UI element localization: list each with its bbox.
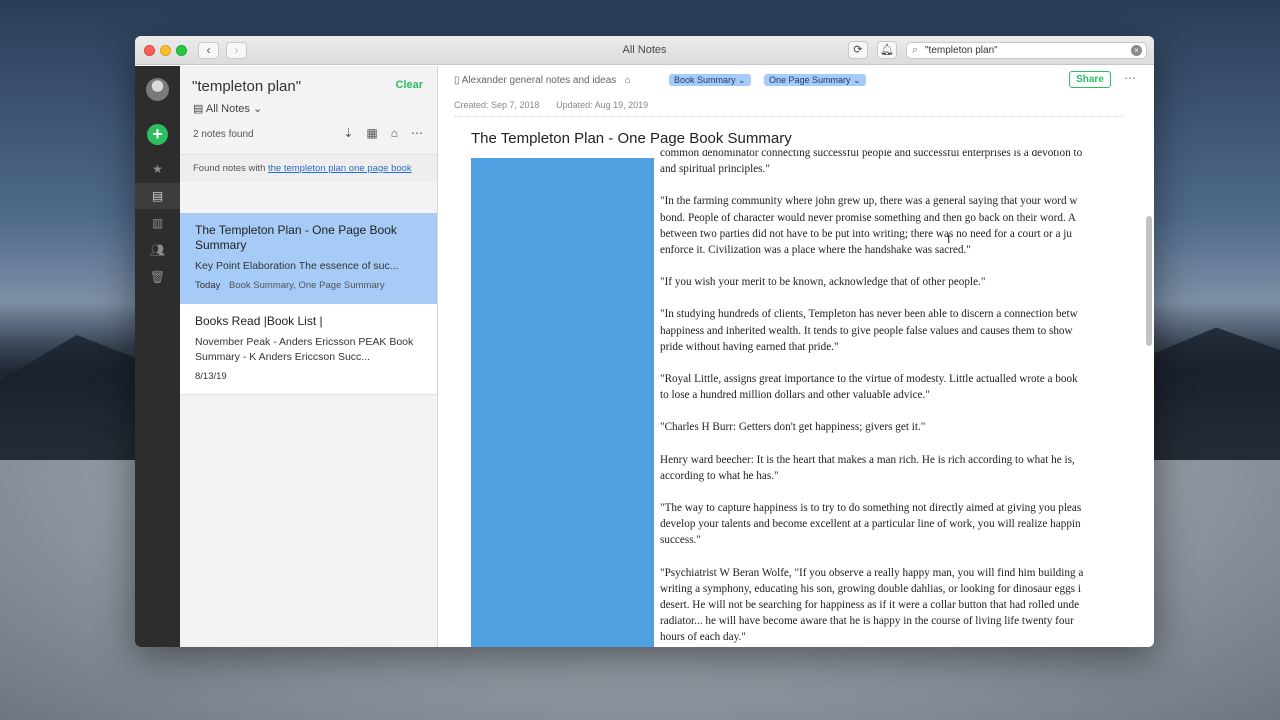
clear-icon: × <box>1134 46 1139 55</box>
notes-scope-icon: ▤ <box>193 103 204 115</box>
chevron-down-icon: ⌄ <box>853 75 861 85</box>
paragraph: "In studying hundreds of clients, Temple… <box>660 308 1078 353</box>
sync-button[interactable]: ⟳ <box>848 41 868 59</box>
notebooks-icon[interactable]: ▥ <box>135 210 180 236</box>
search-box[interactable]: ⌕ × <box>906 42 1147 59</box>
more-options-icon[interactable]: ⋯ <box>411 126 423 140</box>
found-notes-banner: Found notes with the templeton plan one … <box>180 154 437 182</box>
notebook-name: Alexander general notes and ideas <box>461 75 617 86</box>
evernote-window: ‹ › All Notes ⟳ 🔔︎ ⌕ × + ★ ▤ ▥ 👥︎ 🗑︎ "te… <box>135 36 1154 647</box>
note-body[interactable]: common denominator connecting successful… <box>660 150 1122 647</box>
note-list-panel: "templeton plan" Clear ▤ All Notes ⌄ 2 n… <box>180 66 438 647</box>
note-title: Books Read |Book List | <box>195 314 323 328</box>
notes-found-count: 2 notes found <box>193 129 254 140</box>
paragraph: "If you wish your merit to be known, ack… <box>660 276 986 289</box>
created-date: Created: Sep 7, 2018 <box>454 100 540 110</box>
more-actions-icon[interactable]: ⋯ <box>1124 71 1136 85</box>
paragraph: Henry ward beecher: It is the heart that… <box>660 453 1075 482</box>
save-search-icon[interactable]: ⌂ <box>391 126 398 140</box>
note-tags: Book Summary, One Page Summary <box>229 280 385 291</box>
paragraph: "Psychiatrist W Beran Wolfe, "If you obs… <box>660 566 1084 644</box>
note-card-templeton[interactable]: The Templeton Plan - One Page Book Summa… <box>180 213 437 304</box>
paragraph: "Royal Little, assigns great importance … <box>660 373 1078 402</box>
tag-icon: ⌂ <box>624 75 631 86</box>
trash-icon[interactable]: 🗑︎ <box>135 264 180 290</box>
title-bar: ‹ › All Notes ⟳ 🔔︎ ⌕ × <box>135 36 1154 65</box>
note-meta: Today Book Summary, One Page Summary <box>195 280 422 291</box>
tag-chip-one-page-summary[interactable]: One Page Summary ⌄ <box>764 74 866 86</box>
scope-selector[interactable]: ▤ All Notes ⌄ <box>193 102 262 115</box>
paragraph: common denominator connecting successful… <box>660 150 1083 176</box>
note-editor: ▯ Alexander general notes and ideas ⌂ Bo… <box>438 66 1154 647</box>
tag-chip-book-summary[interactable]: Book Summary ⌄ <box>669 74 751 86</box>
found-prefix: Found notes with <box>193 163 266 174</box>
scope-label: All Notes <box>205 103 250 115</box>
embedded-image[interactable] <box>471 158 654 647</box>
divider <box>454 116 1124 117</box>
note-meta: 8/13/19 <box>195 371 422 382</box>
tag-label: One Page Summary <box>769 75 851 85</box>
view-options-icon[interactable]: ▦ <box>366 126 377 140</box>
paragraph: "In the farming community where john gre… <box>660 195 1078 257</box>
search-input[interactable] <box>925 44 1125 57</box>
note-snippet: Key Point Elaboration The essence of suc… <box>195 260 399 272</box>
found-search-link[interactable]: the templeton plan one page book <box>268 163 412 174</box>
notebook-icon: ▯ <box>454 75 460 86</box>
notebook-selector[interactable]: ▯ Alexander general notes and ideas ⌂ <box>454 75 631 86</box>
notifications-button[interactable]: 🔔︎ <box>877 41 897 59</box>
updated-date: Updated: Aug 19, 2019 <box>556 100 649 110</box>
note-date: 8/13/19 <box>195 371 227 382</box>
notes-icon[interactable]: ▤ <box>135 183 180 209</box>
editor-scrollbar[interactable] <box>1146 216 1152 346</box>
note-dates: Created: Sep 7, 2018 Updated: Aug 19, 20… <box>454 100 662 110</box>
sort-icon[interactable]: ⇣ <box>343 126 353 140</box>
tag-label: Book Summary <box>674 75 736 85</box>
note-title: The Templeton Plan - One Page Book Summa… <box>195 223 397 252</box>
sync-icon: ⟳ <box>853 44 863 56</box>
paragraph: "The way to capture happiness is to try … <box>660 502 1082 547</box>
left-sidebar: + ★ ▤ ▥ 👥︎ 🗑︎ <box>135 66 180 647</box>
note-snippet: November Peak - Anders Ericsson PEAK Boo… <box>195 336 414 363</box>
chevron-down-icon: ⌄ <box>252 103 263 115</box>
note-date: Today <box>195 280 221 291</box>
note-title-field[interactable]: The Templeton Plan - One Page Book Summa… <box>471 130 792 147</box>
search-query-title: "templeton plan" <box>192 78 302 95</box>
clear-search-button[interactable]: × <box>1131 45 1142 56</box>
plus-icon: + <box>152 124 163 144</box>
work-chat-icon[interactable]: 👥︎ <box>135 237 180 263</box>
bell-icon: 🔔︎ <box>880 44 894 56</box>
text-cursor-icon: I <box>947 232 951 246</box>
chevron-down-icon: ⌄ <box>738 75 746 85</box>
new-note-button[interactable]: + <box>147 124 168 145</box>
share-button[interactable]: Share <box>1069 71 1111 88</box>
clear-search-link[interactable]: Clear <box>395 79 423 91</box>
avatar[interactable] <box>146 78 169 101</box>
note-card-books-read[interactable]: Books Read |Book List | November Peak - … <box>180 304 437 395</box>
shortcuts-star-icon[interactable]: ★ <box>135 156 180 182</box>
paragraph: "Charles H Burr: Getters don't get happi… <box>660 421 926 434</box>
note-list-toolbar: ⇣ ▦ ⌂ ⋯ <box>343 126 423 140</box>
search-icon: ⌕ <box>912 44 919 56</box>
